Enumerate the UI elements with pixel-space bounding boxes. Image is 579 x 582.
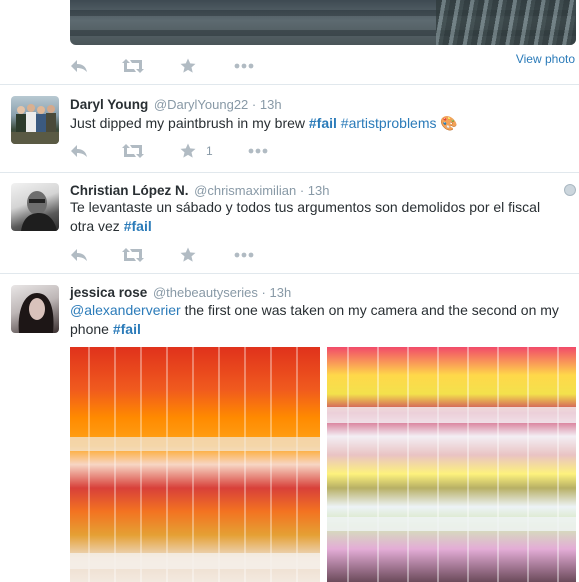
tweet-author-name[interactable]: jessica rose — [70, 285, 147, 300]
tweet-text: Te levantaste un sábado y todos tus argu… — [70, 198, 565, 236]
avatar[interactable] — [11, 183, 59, 231]
tweet-timestamp[interactable]: 13h — [308, 183, 330, 198]
tweet-author-name[interactable]: Christian López N. — [70, 183, 189, 198]
more-icon[interactable] — [234, 56, 254, 76]
divider — [0, 172, 579, 173]
hashtag-link[interactable]: #fail — [309, 115, 337, 131]
favorite-count: 1 — [206, 144, 213, 158]
avatar[interactable] — [11, 96, 59, 144]
tweet-photo[interactable] — [327, 347, 576, 582]
tweet-photo[interactable] — [70, 0, 576, 45]
star-icon — [180, 143, 196, 158]
tweet-text: Just dipped my paintbrush in my brew #fa… — [70, 114, 570, 133]
favorite-button[interactable]: 1 — [180, 141, 213, 161]
tweet-text: @alexanderverier the first one was taken… — [70, 301, 568, 339]
view-photo-link[interactable]: View photo — [516, 52, 575, 66]
separator: · — [299, 183, 305, 198]
separator: · — [261, 285, 266, 300]
more-icon[interactable] — [234, 245, 254, 265]
retweet-icon[interactable] — [122, 141, 144, 161]
avatar[interactable] — [11, 285, 59, 333]
retweet-icon[interactable] — [122, 56, 144, 76]
globe-icon — [564, 184, 576, 196]
divider — [0, 273, 579, 274]
tweet-author-handle[interactable]: @thebeautyseries — [153, 285, 258, 300]
tweet-photo[interactable] — [70, 347, 320, 582]
divider — [0, 84, 579, 85]
tweet-timestamp[interactable]: 13h — [260, 97, 282, 112]
more-icon[interactable] — [248, 141, 268, 161]
reply-icon[interactable] — [70, 56, 88, 76]
hashtag-link[interactable]: #artistproblems — [341, 115, 437, 131]
separator: · — [251, 97, 257, 112]
hashtag-link[interactable]: #fail — [124, 218, 152, 234]
tweet-text-body: Just dipped my paintbrush in my brew — [70, 115, 309, 131]
hashtag-link[interactable]: #fail — [113, 321, 141, 337]
tweet-timestamp[interactable]: 13h — [270, 285, 292, 300]
reply-icon[interactable] — [70, 245, 88, 265]
star-icon[interactable] — [180, 245, 196, 265]
tweet-author-handle[interactable]: @DarylYoung22 — [154, 97, 248, 112]
tweet-author-name[interactable]: Daryl Young — [70, 97, 148, 112]
retweet-icon[interactable] — [122, 245, 144, 265]
mention-link[interactable]: @alexanderverier — [70, 302, 181, 318]
tweet-author-handle[interactable]: @chrismaximilian — [194, 183, 296, 198]
reply-icon[interactable] — [70, 141, 88, 161]
palette-emoji: 🎨 — [440, 115, 458, 131]
star-icon[interactable] — [180, 56, 196, 76]
